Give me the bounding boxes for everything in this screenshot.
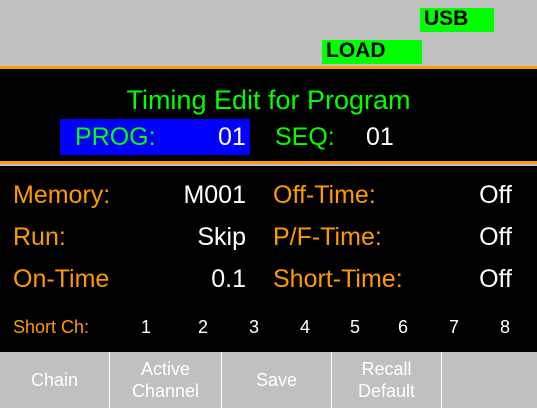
short-ch-label: Short Ch: [13,317,90,337]
on-time-value[interactable]: 0.1 [160,264,246,294]
pf-time-label: P/F-Time: [273,223,382,251]
run-value[interactable]: Skip [160,222,246,252]
short-ch-5[interactable]: 5 [350,316,360,338]
short-time-value[interactable]: Off [440,264,512,294]
parameter-panel: Memory: M001 Off-Time: Off Run: Skip P/F… [0,166,537,352]
load-indicator: LOAD [322,40,422,64]
short-ch-4[interactable]: 4 [300,316,310,338]
active-channel-line1: Active [140,359,191,379]
timing-edit-screen: USB LOAD Timing Edit for Program PROG: 0… [0,0,537,408]
short-ch-8[interactable]: 8 [500,316,510,338]
prog-value[interactable]: 01 [218,122,246,152]
usb-indicator: USB [420,8,494,32]
memory-value[interactable]: M001 [160,180,246,210]
seq-value[interactable]: 01 [366,122,394,152]
on-time-label: On-Time [13,265,110,293]
recall-default-softkey[interactable]: Recall Default [332,352,442,408]
short-ch-1[interactable]: 1 [141,316,151,338]
active-channel-line2: Channel [131,381,200,401]
chain-softkey[interactable]: Chain [0,352,110,408]
pf-time-value[interactable]: Off [440,222,512,252]
off-time-value[interactable]: Off [440,180,512,210]
short-time-label: Short-Time: [273,265,403,293]
off-time-label: Off-Time: [273,181,376,209]
run-label: Run: [13,223,66,251]
save-softkey-label: Save [255,370,298,390]
recall-default-line1: Recall [361,359,412,379]
status-bar: USB LOAD [0,0,537,66]
short-ch-6[interactable]: 6 [398,316,408,338]
recall-default-line2: Default [357,381,416,401]
prog-label: PROG: [75,123,156,151]
blank-softkey[interactable] [442,352,537,408]
short-ch-7[interactable]: 7 [449,316,459,338]
chain-softkey-label: Chain [30,370,79,390]
short-ch-2[interactable]: 2 [198,316,208,338]
active-channel-softkey[interactable]: Active Channel [110,352,222,408]
short-ch-3[interactable]: 3 [249,316,259,338]
memory-label: Memory: [13,181,111,209]
softkey-bar: Chain Active Channel Save Recall Default [0,352,537,408]
save-softkey[interactable]: Save [222,352,332,408]
title-panel: Timing Edit for Program PROG: 01 SEQ: 01 [0,66,537,164]
seq-label: SEQ: [275,123,335,151]
page-title: Timing Edit for Program [126,85,411,115]
